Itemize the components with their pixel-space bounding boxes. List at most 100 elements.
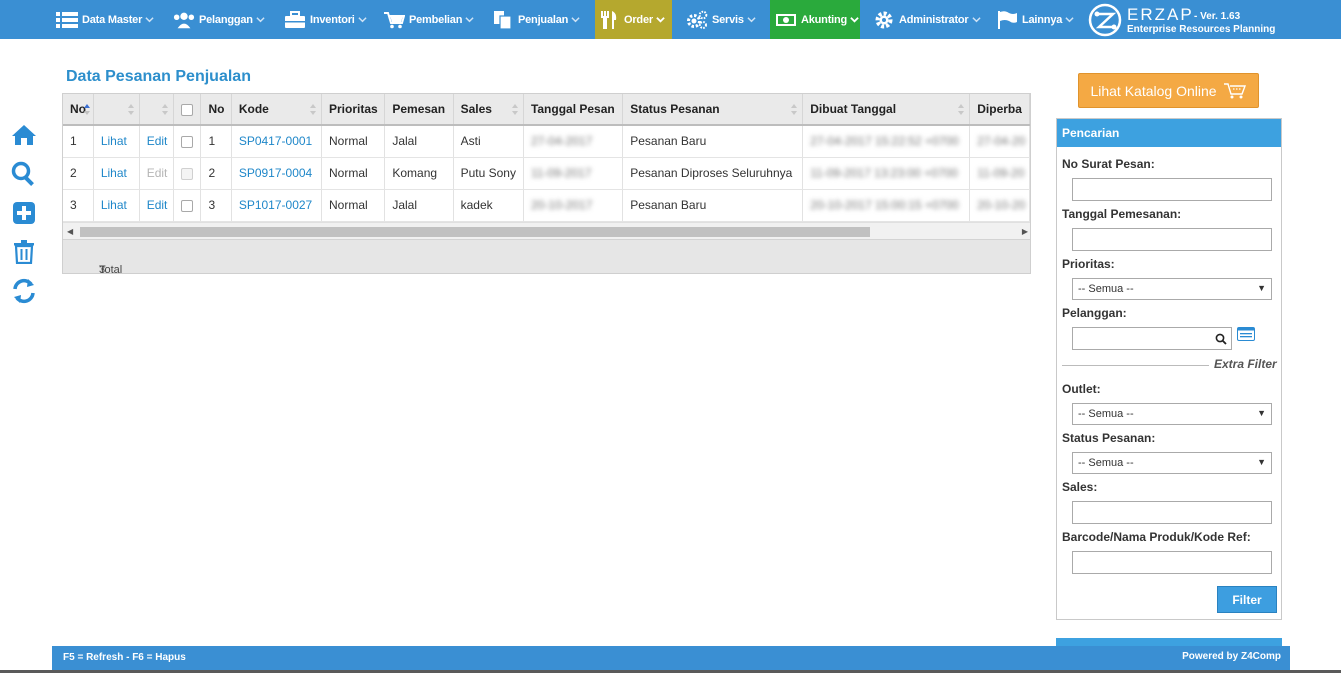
nav-label: Pelanggan [199,13,253,26]
edit-link[interactable]: Edit [139,189,175,222]
chevron-down-icon [465,17,474,23]
customer-list-icon[interactable] [1237,327,1255,341]
edit-link[interactable]: Edit [139,125,175,158]
nav-label: Penjualan [518,13,569,26]
tanggal-pemesanan-label: Tanggal Pemesanan: [1062,207,1182,221]
chevron-down-icon [358,17,367,23]
chevron-down-icon [656,17,665,23]
sort-icon [958,104,965,115]
gear-icon [873,10,895,30]
col-header-select-all[interactable] [173,94,202,126]
horizontal-scrollbar[interactable]: ◀ ▶ [63,222,1030,239]
refresh-icon[interactable] [11,278,37,304]
col-header-edit[interactable] [139,94,175,126]
col-header-view[interactable] [93,94,140,126]
chevron-down-icon [145,17,154,23]
cell-select [173,125,202,158]
col-header-status[interactable]: Status Pesanan [622,94,804,126]
view-catalog-button[interactable]: Lihat Katalog Online [1078,73,1259,108]
cell-prioritas: Normal [321,189,386,222]
nav-pembelian[interactable]: Pembelian [383,0,474,39]
catalog-button-label: Lihat Katalog Online [1090,82,1217,99]
scroll-right-arrow-icon[interactable]: ▶ [1022,227,1028,236]
chevron-down-icon [971,17,981,23]
shopping-cart-icon [1223,82,1246,98]
col-header-no2[interactable]: No [200,94,232,126]
col-header-pemesan[interactable]: Pemesan [384,94,454,126]
status-pesanan-select[interactable]: -- Semua -- ▼ [1072,452,1272,474]
col-header-no[interactable]: No [63,94,94,126]
brand-version: - Ver. 1.63 [1194,11,1241,22]
cell-diperbarui: 11-09-20 [969,157,1030,190]
search-icon[interactable] [11,161,37,187]
col-header-prioritas[interactable]: Prioritas [321,94,386,126]
copy-icon [492,10,514,30]
kode-link[interactable]: SP1017-0027 [231,189,322,222]
chevron-down-icon [1065,17,1074,23]
barcode-input[interactable] [1072,551,1272,574]
cell-pemesan: Jalal [384,189,454,222]
cell-select [173,189,202,222]
pelanggan-input[interactable] [1072,327,1232,350]
sales-label: Sales: [1062,480,1098,494]
nav-servis[interactable]: Servis [686,0,756,39]
prioritas-label: Prioritas: [1062,257,1115,271]
list-icon [56,10,78,30]
col-header-dibuat-tanggal[interactable]: Dibuat Tanggal [802,94,971,126]
filter-button[interactable]: Filter [1217,586,1277,613]
nav-label: Inventori [310,13,355,26]
cell-status: Pesanan Diproses Seluruhnya [622,157,804,190]
plus-square-icon[interactable] [11,200,37,226]
chevron-down-icon [747,17,756,23]
scroll-left-arrow-icon[interactable]: ◀ [67,227,73,236]
tanggal-pemesanan-input[interactable] [1072,228,1272,251]
table-row: 1 Lihat Edit 1 SP0417-0001 Normal Jalal … [63,125,1030,158]
col-header-sales[interactable]: Sales [453,94,524,126]
table-row: 3 Lihat Edit 3 SP1017-0027 Normal Jalal … [63,189,1030,222]
nav-inventori[interactable]: Inventori [284,0,367,39]
nav-lainnya[interactable]: Lainnya [996,0,1074,39]
row-checkbox[interactable] [181,136,194,149]
cell-diperbarui: 20-10-20 [969,189,1030,222]
kode-link[interactable]: SP0417-0001 [231,125,322,158]
search-panel-title: Pencarian [1057,119,1281,147]
nav-data-master[interactable]: Data Master [56,0,154,39]
nav-akunting[interactable]: Akunting [770,0,860,39]
scrollbar-thumb[interactable] [80,227,870,237]
search-icon[interactable] [1215,333,1227,345]
footer-bar: F5 = Refresh - F6 = Hapus Powered by Z4C… [52,646,1290,670]
nav-administrator[interactable]: Administrator [873,0,981,39]
col-header-kode[interactable]: Kode [231,94,322,126]
nav-pelanggan[interactable]: Pelanggan [173,0,265,39]
edit-link-disabled: Edit [139,157,175,190]
cell-status: Pesanan Baru [622,189,804,222]
prioritas-select[interactable]: -- Semua -- ▼ [1072,278,1272,300]
shortcut-hint: F5 = Refresh - F6 = Hapus [63,652,186,663]
nav-penjualan[interactable]: Penjualan [492,0,580,39]
view-link[interactable]: Lihat [93,189,140,222]
no-surat-label: No Surat Pesan: [1062,157,1155,171]
sales-input[interactable] [1072,501,1272,524]
kode-link[interactable]: SP0917-0004 [231,157,322,190]
cell-no: 2 [63,157,94,190]
nav-order[interactable]: Order [595,0,672,39]
trash-icon[interactable] [11,239,37,265]
chevron-down-icon [850,17,859,23]
barcode-label: Barcode/Nama Produk/Kode Ref: [1062,530,1251,544]
no-surat-input[interactable] [1072,178,1272,201]
erzap-logo-icon [1088,3,1122,37]
home-icon[interactable] [11,122,37,148]
nav-label: Akunting [801,13,848,26]
outlet-select[interactable]: -- Semua -- ▼ [1072,403,1272,425]
sort-icon [127,104,134,115]
brand-name: ERZAP [1127,5,1194,24]
cell-pemesan: Jalal [384,125,454,158]
nav-label: Pembelian [409,13,463,26]
view-link[interactable]: Lihat [93,125,140,158]
row-checkbox[interactable] [181,199,194,212]
col-header-diperbarui[interactable]: Diperba [969,94,1030,126]
select-all-checkbox[interactable] [181,103,194,116]
cell-prioritas: Normal [321,125,386,158]
view-link[interactable]: Lihat [93,157,140,190]
col-header-tanggal-pesan[interactable]: Tanggal Pesan [523,94,624,126]
